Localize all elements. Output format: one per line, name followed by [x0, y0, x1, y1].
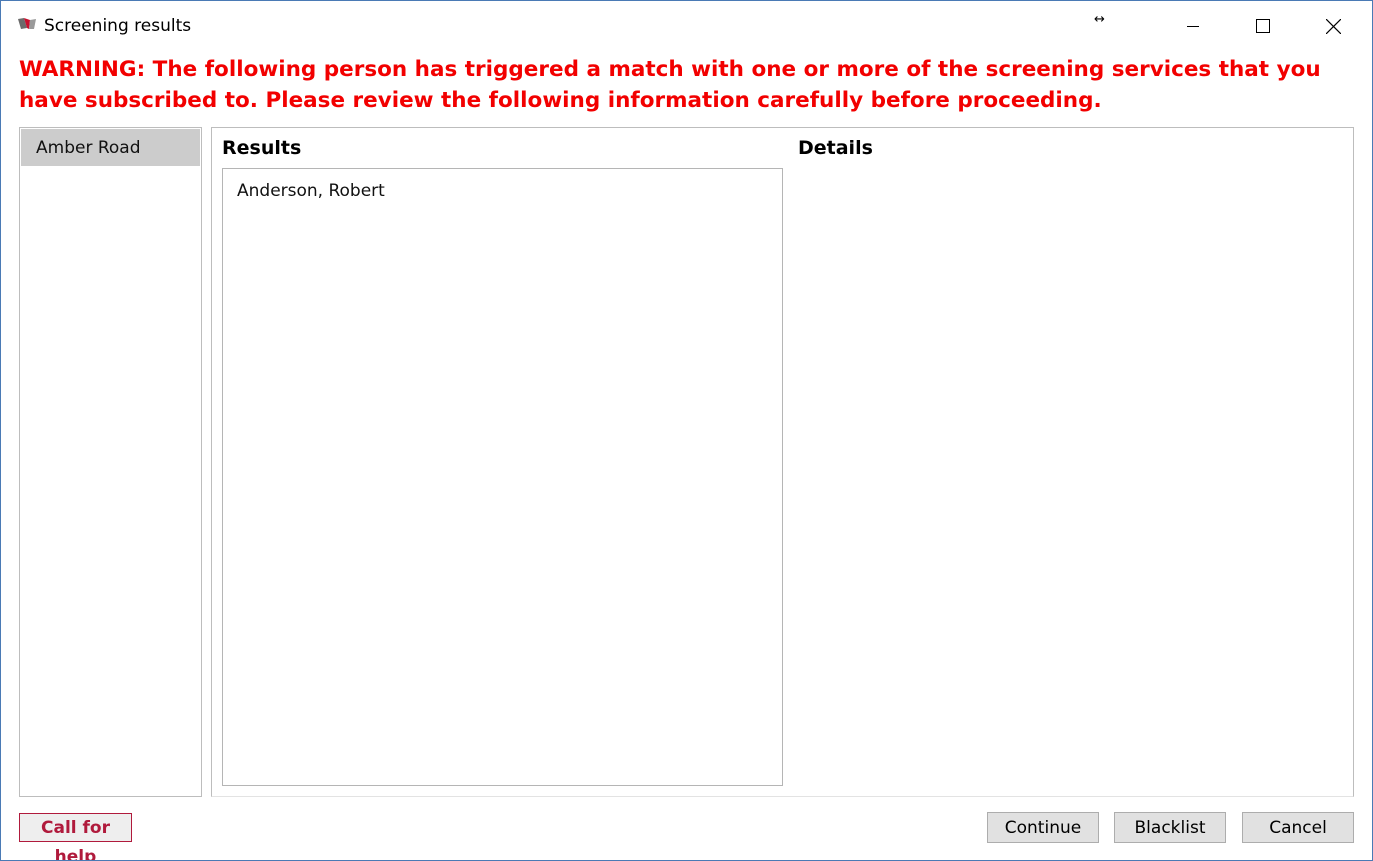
minimize-icon: [1187, 26, 1199, 27]
close-icon: [1325, 18, 1341, 34]
results-header: Results: [222, 137, 302, 159]
provider-list[interactable]: Amber Road: [19, 127, 202, 797]
maximize-icon: [1256, 19, 1270, 33]
blacklist-button[interactable]: Blacklist: [1114, 812, 1226, 843]
result-item[interactable]: Anderson, Robert: [237, 181, 385, 201]
call-for-help-button[interactable]: Call for help: [19, 813, 132, 860]
app-logo-icon: [18, 18, 36, 29]
close-button[interactable]: [1298, 1, 1368, 51]
details-header: Details: [798, 137, 873, 159]
results-panel: Results Anderson, Robert Details: [211, 127, 1354, 797]
window-title: Screening results: [44, 16, 192, 36]
screening-results-dialog: Screening results ↔ WARNING: The followi…: [0, 0, 1373, 861]
warning-message: WARNING: The following person has trigge…: [19, 57, 1321, 113]
resize-cursor-icon: ↔: [1094, 12, 1105, 27]
continue-button[interactable]: Continue: [987, 812, 1099, 843]
cancel-button[interactable]: Cancel: [1242, 812, 1354, 843]
results-list[interactable]: Anderson, Robert: [222, 168, 783, 786]
maximize-button[interactable]: [1228, 1, 1298, 51]
title-bar[interactable]: Screening results ↔: [1, 1, 1372, 51]
minimize-button[interactable]: [1158, 1, 1228, 51]
provider-item-amber-road[interactable]: Amber Road: [21, 129, 200, 166]
